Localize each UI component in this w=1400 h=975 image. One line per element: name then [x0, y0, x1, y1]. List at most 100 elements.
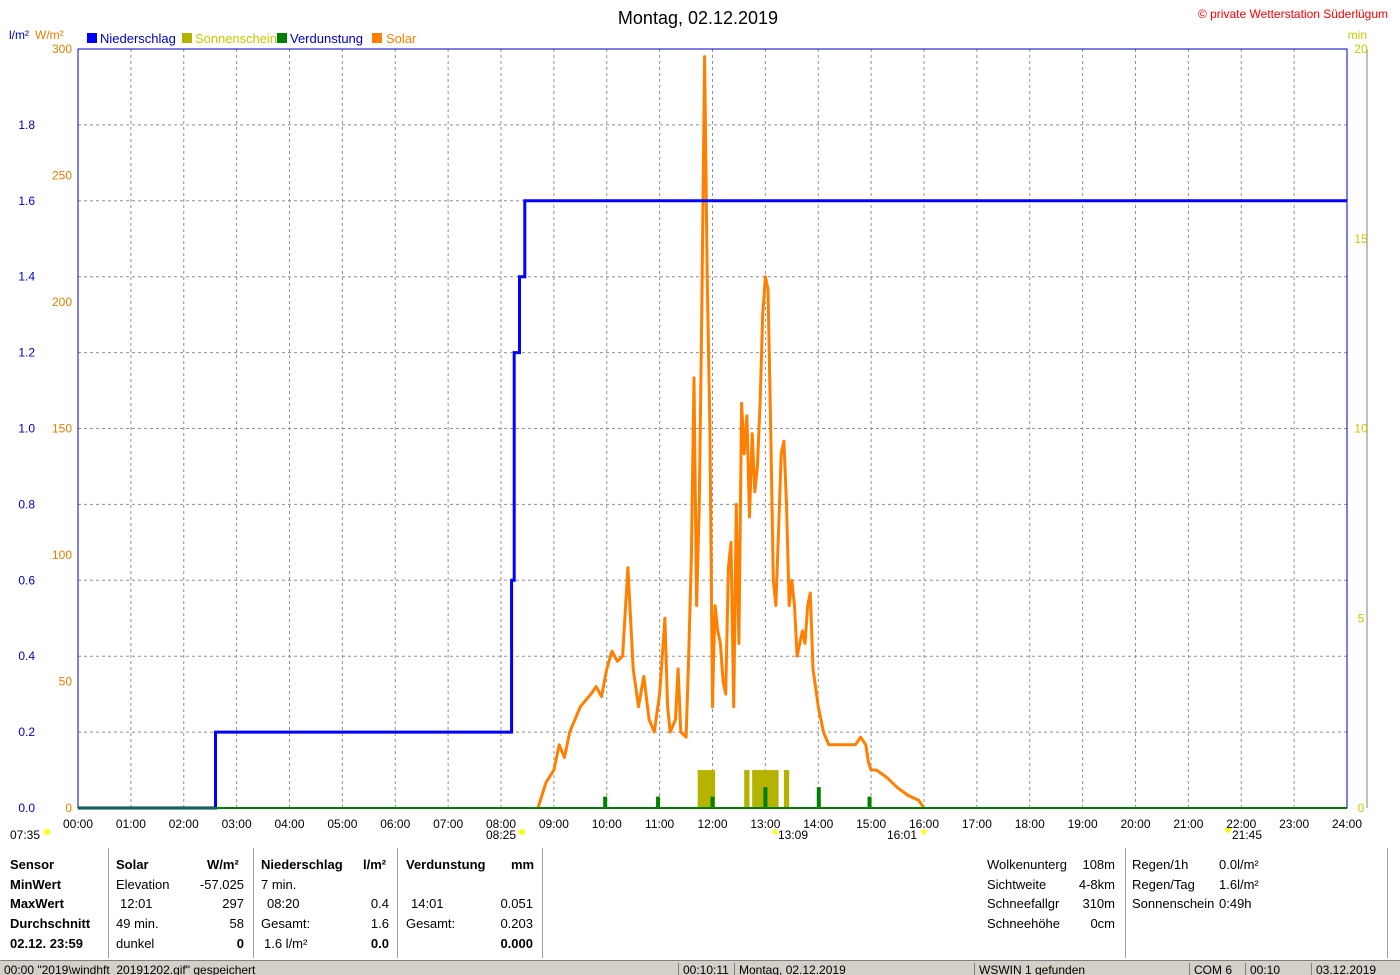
x-tick-label: 02:00 [169, 817, 199, 831]
verdunstung-value: 0.051 [500, 896, 533, 911]
x-tick-label: 04:00 [274, 817, 304, 831]
wolken-value: 4-8km [1078, 877, 1115, 892]
niederschlag-value: 0.4 [370, 896, 389, 911]
verdunstung-spikes [603, 787, 872, 808]
x-tick-label: 07:00 [433, 817, 463, 831]
niederschlag-header: Niederschlag [261, 857, 343, 872]
x-tick-label: 21:00 [1173, 817, 1203, 831]
wolken-value: 310m [1082, 896, 1115, 911]
status-time2: 00:10 [1245, 963, 1310, 975]
y-tick-solar: 250 [52, 169, 72, 183]
x-tick-label: 05:00 [327, 817, 357, 831]
y-tick-solar: 0 [65, 801, 72, 815]
legend-sonnenschein: Sonnenschein [195, 31, 277, 46]
x-tick-label: 24:00 [1332, 817, 1362, 831]
chart-title: Montag, 02.12.2019 [618, 8, 778, 28]
verdunstung-spike [656, 796, 661, 808]
marker-solar-noon: 13:09 [778, 828, 808, 842]
table-divider [253, 848, 254, 958]
legend-solar: Solar [386, 31, 417, 46]
marker-right-time: 21:45 [1232, 828, 1262, 842]
solar-unit: W/m² [207, 857, 239, 872]
y-tick-precip: 1.0 [18, 422, 35, 436]
moon-icon-right [1224, 828, 1232, 834]
marker-sunrise: 08:25 [486, 828, 516, 842]
verdunstung-spike [603, 796, 608, 808]
wolken-label: Schneehöhe [987, 916, 1061, 931]
marker-left-time: 07:35 [10, 828, 40, 842]
solar-line [536, 55, 926, 809]
y-tick-right: 0 [1358, 801, 1365, 815]
verdunstung-spike [710, 796, 715, 808]
sensor-row: Durchschnitt [10, 916, 91, 931]
unit-right: min [1348, 28, 1367, 42]
unit-solar: W/m² [35, 28, 64, 42]
unit-precip: l/m² [9, 28, 29, 42]
y-tick-solar: 200 [52, 295, 72, 309]
table-divider [397, 848, 398, 958]
solar-value: -57.025 [199, 877, 244, 892]
legend-niederschlag: Niederschlag [100, 31, 176, 46]
table-divider [1387, 848, 1388, 958]
x-tick-label: 09:00 [539, 817, 569, 831]
status-com: COM 6 [1189, 963, 1244, 975]
y-tick-precip: 0.8 [18, 497, 35, 511]
marker-sunset: 16:01 [887, 828, 917, 842]
verdunstung-header: Verdunstung [406, 857, 486, 872]
sensor-row: 02.12. 23:59 [10, 936, 84, 951]
solar-label: 12:01 [120, 896, 153, 911]
x-tick-label: 20:00 [1120, 817, 1150, 831]
wolken-label: Schneefallgr [987, 896, 1060, 911]
x-tick-label: 13:00 [750, 817, 780, 831]
x-tick-label: 15:00 [856, 817, 886, 831]
wolken-value: 108m [1082, 857, 1115, 872]
niederschlag-label: 1.6 l/m² [264, 936, 308, 951]
legend-swatch-niederschlag [87, 33, 97, 43]
sonnenschein-bar [744, 770, 750, 808]
y-tick-right: 5 [1358, 611, 1365, 625]
table-divider [108, 848, 109, 958]
y-tick-solar: 50 [59, 675, 73, 689]
sun-icon-left [44, 829, 50, 835]
y-tick-solar: 100 [52, 548, 72, 562]
y-tick-right: 15 [1354, 232, 1368, 246]
status-bar: 00:00 "2019\windhft_20191202.gif" gespei… [0, 960, 1400, 975]
verdunstung-label: Gesamt: [406, 916, 456, 931]
sensor-row: MinWert [10, 877, 62, 892]
y-tick-right: 20 [1354, 42, 1368, 56]
table-divider [1125, 848, 1126, 958]
sensor-header: Sensor [10, 857, 55, 872]
x-tick-label: 06:00 [380, 817, 410, 831]
regen-label: Sonnenschein [1132, 896, 1215, 911]
verdunstung-unit: mm [511, 857, 535, 872]
x-tick-label: 03:00 [222, 817, 252, 831]
status-date: Montag, 02.12.2019 [734, 963, 974, 975]
x-tick-label: 18:00 [1015, 817, 1045, 831]
verdunstung-value: 0.000 [500, 936, 533, 951]
verdunstung-label: 14:01 [411, 896, 444, 911]
x-tick-label: 17:00 [962, 817, 992, 831]
status-message: 00:00 "2019\windhft_20191202.gif" gespei… [4, 963, 256, 975]
legend: Niederschlag Sonnenschein Verdunstung So… [87, 31, 417, 46]
verdunstung-spike [763, 787, 768, 808]
solar-label: 49 min. [116, 916, 159, 931]
solar-header: Solar [116, 857, 149, 872]
solar-value: 0 [236, 936, 244, 951]
status-wswin: WSWIN 1 gefunden [974, 963, 1189, 975]
verdunstung-spike [867, 796, 872, 808]
x-tick-label: 10:00 [592, 817, 622, 831]
verdunstung-spike [816, 787, 821, 808]
y-tick-precip: 0.4 [18, 649, 35, 663]
y-tick-precip: 0.0 [18, 801, 35, 815]
regen-label: Regen/1h [1132, 857, 1189, 872]
niederschlag-value: 0.0 [370, 936, 389, 951]
x-tick-label: 19:00 [1068, 817, 1098, 831]
legend-swatch-solar [372, 33, 382, 43]
y-tick-precip: 1.8 [18, 118, 35, 132]
solar-value: 297 [222, 896, 244, 911]
legend-swatch-sonnenschein [182, 33, 192, 43]
y-tick-solar: 300 [52, 42, 72, 56]
y-tick-solar: 150 [52, 422, 72, 436]
wolken-label: Sichtweite [987, 877, 1047, 892]
niederschlag-label: 7 min. [261, 877, 297, 892]
